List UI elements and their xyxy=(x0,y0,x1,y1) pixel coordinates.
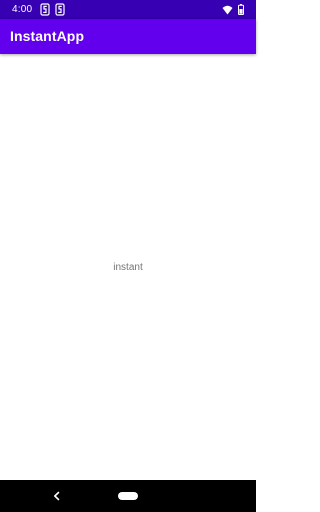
status-right-icons xyxy=(222,3,244,16)
notification-s-icon xyxy=(40,3,50,16)
status-time: 4:00 xyxy=(12,4,33,15)
notification-s-icon xyxy=(55,3,65,16)
app-title: InstantApp xyxy=(10,28,85,44)
wifi-icon xyxy=(222,5,233,14)
status-bar: 4:00 xyxy=(0,0,256,19)
home-button[interactable] xyxy=(118,492,138,500)
app-screen: 4:00 InstantApp instant xyxy=(0,0,256,512)
navigation-bar xyxy=(0,480,256,512)
content-text: instant xyxy=(113,262,143,273)
back-icon[interactable] xyxy=(51,490,63,502)
battery-icon xyxy=(238,4,244,15)
app-bar: InstantApp xyxy=(0,19,256,54)
